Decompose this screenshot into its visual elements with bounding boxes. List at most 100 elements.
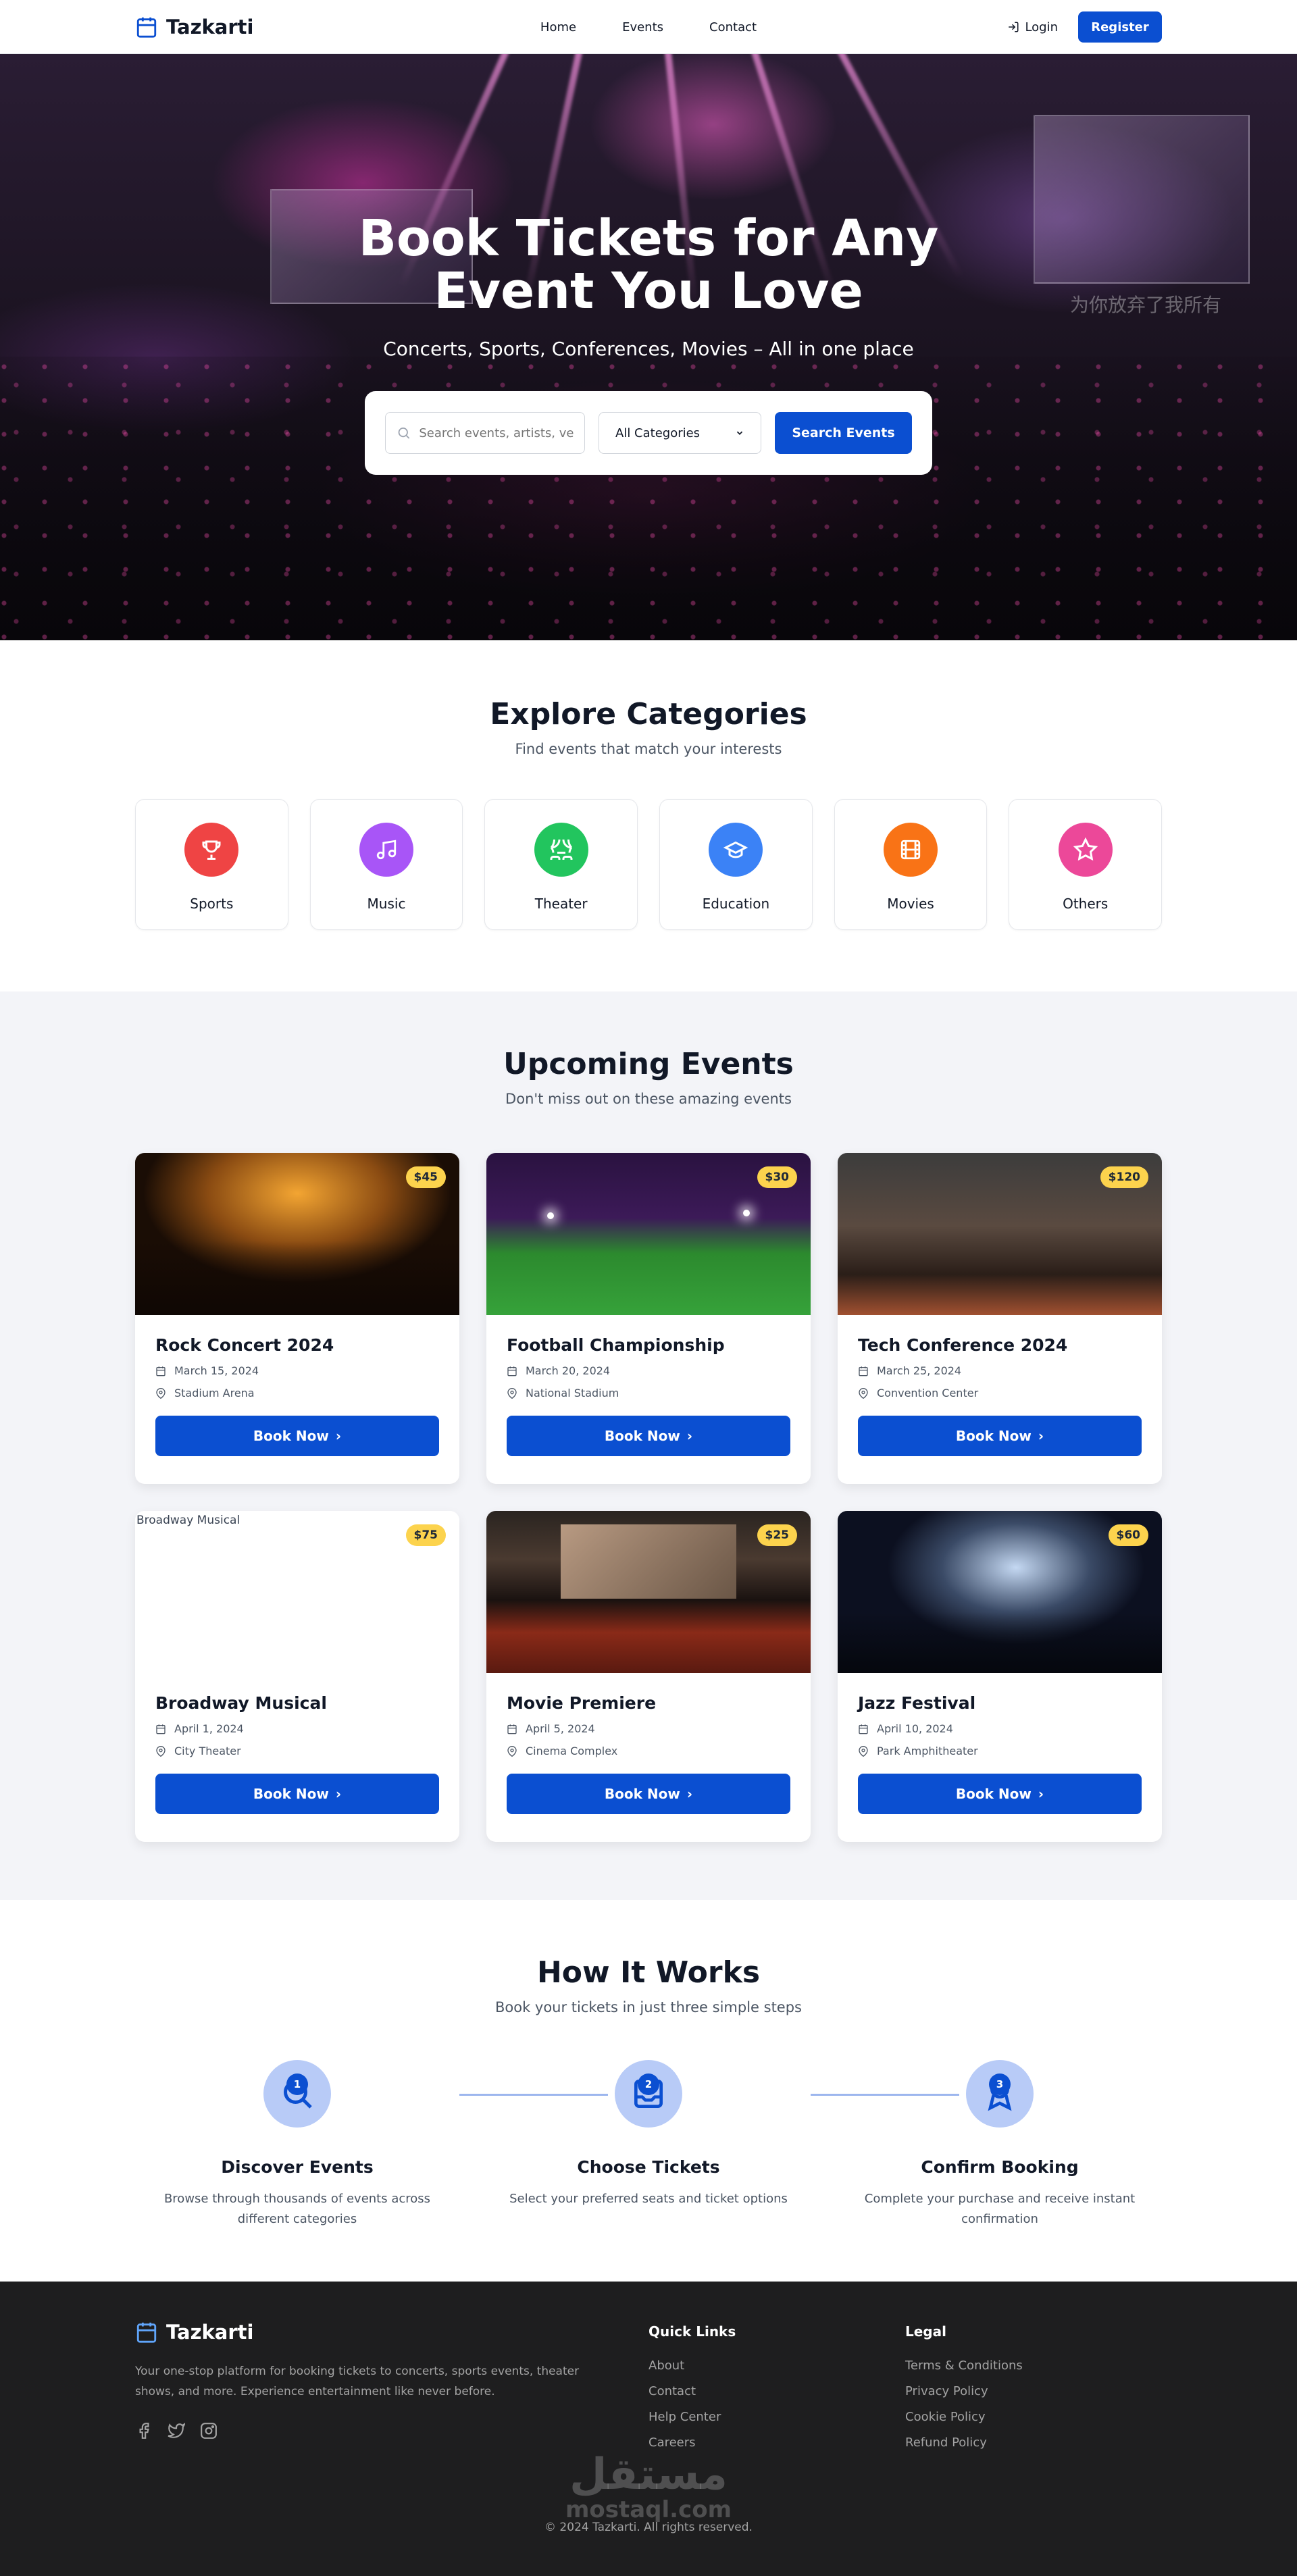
chevron-down-icon: [736, 431, 743, 435]
event-date-text: April 5, 2024: [526, 1722, 595, 1735]
category-select[interactable]: All Categories: [599, 412, 762, 454]
event-image-broken: Broadway Musical $75: [135, 1511, 459, 1673]
event-date-text: April 1, 2024: [174, 1722, 244, 1735]
search-field[interactable]: [385, 412, 585, 454]
main-nav: Home Events Contact: [540, 20, 757, 34]
nav-link-contact[interactable]: Contact: [709, 20, 757, 34]
calendar-icon: [136, 2322, 157, 2343]
events-title: Upcoming Events: [503, 1047, 794, 1081]
how-subtitle: Book your tickets in just three simple s…: [494, 1999, 803, 2015]
footer-legal: Legal Terms & Conditions Privacy Policy …: [905, 2321, 1162, 2461]
film-icon: [884, 823, 938, 877]
event-card: $30 Football Championship March 20, 2024…: [486, 1153, 811, 1484]
price-badge: $75: [405, 1524, 446, 1546]
event-card: $60 Jazz Festival April 10, 2024 Park Am…: [838, 1511, 1162, 1842]
search-events-button[interactable]: Search Events: [775, 412, 912, 454]
event-venue-text: City Theater: [174, 1745, 241, 1757]
step-title: Confirm Booking: [921, 2157, 1079, 2177]
calendar-icon: [859, 1724, 868, 1734]
how-it-works-section: How It Works Book your tickets in just t…: [0, 1900, 1297, 2282]
category-label: Movies: [887, 896, 934, 912]
ticket-icon: 2: [615, 2060, 682, 2128]
category-card-theater[interactable]: Theater: [484, 799, 638, 930]
event-venue: Cinema Complex: [507, 1745, 790, 1757]
category-select-value: All Categories: [615, 426, 701, 440]
footer-link-cookie[interactable]: Cookie Policy: [905, 2410, 1162, 2424]
book-now-button[interactable]: Book Now ›: [155, 1416, 439, 1456]
upcoming-events-section: Upcoming Events Don't miss out on these …: [0, 991, 1297, 1900]
categories-subtitle: Find events that match your interests: [515, 741, 782, 757]
category-label: Theater: [534, 896, 588, 912]
event-date-text: March 20, 2024: [526, 1364, 611, 1377]
brand-logo[interactable]: Tazkarti: [135, 16, 253, 38]
categories-title: Explore Categories: [490, 697, 807, 731]
map-pin-icon: [859, 1387, 868, 1399]
event-card: $25 Movie Premiere April 5, 2024 Cinema …: [486, 1511, 811, 1842]
step-number: 2: [638, 2073, 659, 2095]
how-title: How It Works: [536, 1955, 761, 1990]
footer-link-contact[interactable]: Contact: [648, 2384, 905, 2398]
category-card-others[interactable]: Others: [1009, 799, 1163, 930]
book-now-button[interactable]: Book Now ›: [858, 1774, 1142, 1814]
book-now-button[interactable]: Book Now ›: [507, 1774, 790, 1814]
social-links: [135, 2422, 648, 2440]
category-card-education[interactable]: Education: [659, 799, 813, 930]
event-venue: City Theater: [155, 1745, 439, 1757]
login-label: Login: [1025, 20, 1058, 34]
calendar-icon: [507, 1366, 517, 1376]
price-badge: $120: [1100, 1166, 1148, 1188]
footer-link-about[interactable]: About: [648, 2359, 905, 2373]
event-title: Broadway Musical: [155, 1693, 327, 1713]
book-now-label: Book Now: [253, 1786, 329, 1802]
footer-brand[interactable]: Tazkarti: [135, 2321, 648, 2344]
event-venue: Convention Center: [858, 1387, 1142, 1399]
event-venue: Stadium Arena: [155, 1387, 439, 1399]
login-link[interactable]: Login: [1007, 20, 1058, 34]
step-desc: Browse through thousands of events acros…: [163, 2192, 431, 2226]
map-pin-icon: [507, 1387, 517, 1399]
event-title: Football Championship: [507, 1335, 725, 1355]
category-card-movies[interactable]: Movies: [834, 799, 988, 930]
nav-link-home[interactable]: Home: [540, 20, 576, 34]
register-button[interactable]: Register: [1078, 11, 1162, 43]
event-date: March 20, 2024: [507, 1364, 790, 1377]
event-venue: Park Amphitheater: [858, 1745, 1142, 1757]
categories-section: Explore Categories Find events that matc…: [0, 640, 1297, 991]
theater-icon: [534, 823, 588, 877]
book-now-button[interactable]: Book Now ›: [507, 1416, 790, 1456]
event-date-text: March 25, 2024: [877, 1364, 962, 1377]
watermark-english: mostaql.com: [565, 2496, 732, 2523]
instagram-icon[interactable]: [200, 2422, 218, 2440]
footer-link-help-center[interactable]: Help Center: [648, 2410, 905, 2424]
category-label: Others: [1063, 896, 1109, 912]
book-now-button[interactable]: Book Now ›: [155, 1774, 439, 1814]
category-card-sports[interactable]: Sports: [135, 799, 288, 930]
event-title: Tech Conference 2024: [858, 1335, 1068, 1355]
event-card: Broadway Musical $75 Broadway Musical Ap…: [135, 1511, 459, 1842]
event-date-text: April 10, 2024: [877, 1722, 953, 1735]
brand-name: Tazkarti: [166, 16, 254, 38]
event-date: March 15, 2024: [155, 1364, 439, 1377]
calendar-icon: [156, 1366, 166, 1376]
book-now-label: Book Now: [955, 1786, 1032, 1802]
calendar-icon: [156, 1724, 166, 1734]
footer-link-refund[interactable]: Refund Policy: [905, 2436, 1162, 2450]
event-date: April 1, 2024: [155, 1722, 439, 1735]
event-title: Jazz Festival: [858, 1693, 976, 1713]
search-input[interactable]: [419, 426, 574, 440]
nav-link-events[interactable]: Events: [622, 20, 663, 34]
event-date: April 10, 2024: [858, 1722, 1142, 1735]
chevron-right-icon: ›: [686, 1786, 693, 1802]
step-choose: 2 Choose Tickets Select your preferred s…: [486, 2060, 811, 2230]
facebook-icon[interactable]: [135, 2422, 153, 2440]
footer-link-careers[interactable]: Careers: [648, 2436, 905, 2450]
footer-link-terms[interactable]: Terms & Conditions: [905, 2359, 1162, 2373]
map-pin-icon: [156, 1745, 166, 1757]
category-card-music[interactable]: Music: [309, 799, 463, 930]
twitter-icon[interactable]: [168, 2422, 185, 2440]
footer-link-privacy[interactable]: Privacy Policy: [905, 2384, 1162, 2398]
book-now-button[interactable]: Book Now ›: [858, 1416, 1142, 1456]
hero-section: 为你放弃了我所有 Book Tickets for Any Event You …: [0, 54, 1297, 640]
event-venue-text: Stadium Arena: [174, 1387, 255, 1399]
price-badge: $60: [1108, 1524, 1148, 1546]
